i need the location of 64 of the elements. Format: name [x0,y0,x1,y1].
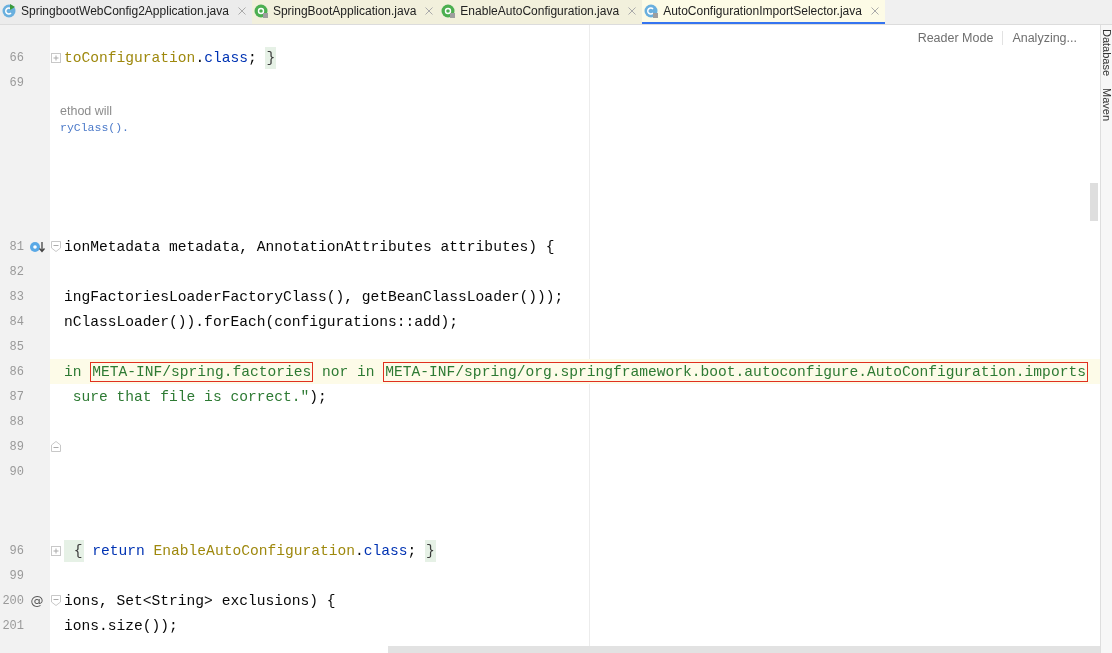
scrollbar-thumb[interactable] [388,646,1100,653]
code-text: return [91,542,146,559]
editor-action[interactable]: Reader Mode [908,31,1003,45]
class-icon [644,4,659,18]
line-number: 84 [8,314,24,329]
editor-tab[interactable]: EnableAutoConfiguration.java [439,0,643,24]
code-text: ; [407,542,418,559]
line-number: 201 [1,618,24,633]
implementing-method-icon[interactable] [29,239,45,254]
line-number: 85 [8,339,24,354]
scrollbar-thumb[interactable] [1090,183,1098,221]
close-icon[interactable] [237,7,246,15]
code-text: nClassLoader()).forEach(configurations::add); [64,313,459,330]
code-text: ions, Set<String> exclusions) { [64,592,336,609]
code-text: class [204,49,248,66]
line-number: 200 [1,593,24,608]
code-text: in [64,363,83,380]
line-number: 87 [8,389,24,404]
fold-expand-icon[interactable] [51,545,61,556]
line-number: 89 [8,439,24,454]
close-icon[interactable] [870,7,879,15]
folded-code: { [64,539,84,562]
editor-action[interactable]: Analyzing... [1003,31,1086,45]
code-text: EnableAutoConfiguration [153,542,355,559]
doc-text: ethod will [60,104,113,118]
code-text: ); [309,388,327,405]
code-text: . [355,542,364,559]
line-number: 82 [8,264,24,279]
code-text: sure that file is correct." [71,388,310,405]
code-text: . [195,49,205,66]
code-text: ionMetadata metadata, AnnotationAttributes attributes) { [64,238,555,255]
folded-code: } [265,46,277,69]
close-icon[interactable] [425,7,434,15]
fold-expand-icon[interactable] [51,52,61,63]
line-number: 90 [8,464,24,479]
line-number: 83 [8,289,24,304]
fold-end-icon[interactable] [51,441,61,452]
line-number: 88 [8,414,24,429]
fold-collapse-icon[interactable] [51,595,61,606]
line-number: 81 [8,239,24,254]
highlighted-code: META-INF/spring/org.springframework.boot.autoconfigure.AutoConfiguration.imports [383,361,1088,382]
close-icon[interactable] [628,7,637,15]
code-text: ; [247,49,258,66]
line-number: 99 [8,568,24,583]
code-text: nor in [321,363,376,380]
annotation-icon [441,4,456,18]
line-number: 66 [8,50,24,65]
folded-code: } [425,539,436,562]
editor-tab[interactable]: SpringbootWebConfig2Application.java [0,0,252,24]
fold-collapse-icon[interactable] [51,241,61,252]
code-text: class [363,542,408,559]
annotation-icon [253,4,268,18]
doc-link[interactable]: ryClass(). [60,121,129,134]
line-number: 86 [8,364,24,379]
line-number: 69 [8,75,24,90]
editor-tab[interactable]: SpringBootApplication.java [251,0,440,24]
line-number: 96 [8,543,24,558]
editor-tab[interactable]: AutoConfigurationImportSelector.java [642,0,885,24]
code-text: ions.size()); [64,617,178,634]
highlighted-code: META-INF/spring.factories [90,361,314,382]
runnable-class-icon [2,4,16,18]
override-marker[interactable]: @ [30,593,44,608]
code-text: toConfiguration [64,49,196,66]
code-text: ingFactoriesLoaderFactoryClass(), getBeanClassLoader())); [64,288,564,305]
